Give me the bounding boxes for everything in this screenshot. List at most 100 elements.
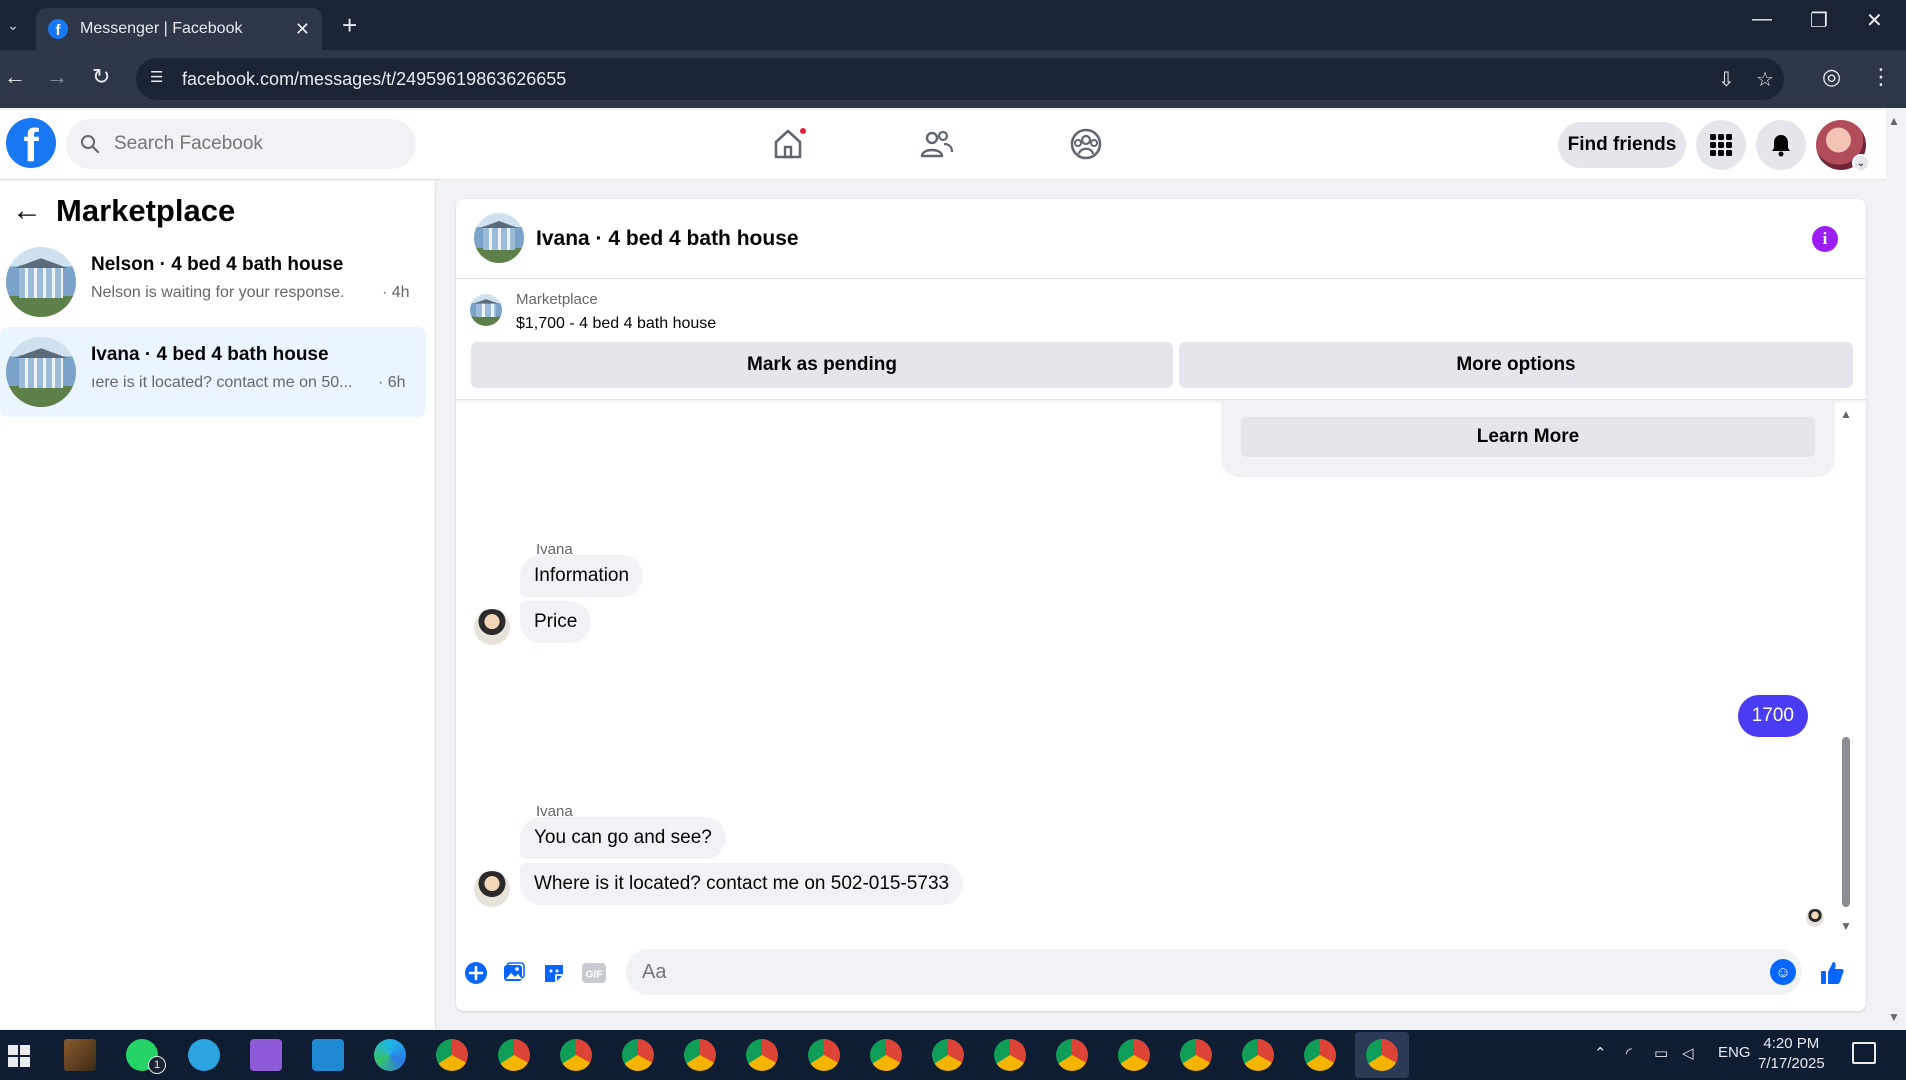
notification-center-icon[interactable] — [1852, 1042, 1876, 1064]
chat-header: Ivana · 4 bed 4 bath house i — [456, 199, 1866, 279]
menu-grid-icon[interactable] — [1696, 120, 1746, 170]
reload-icon[interactable]: ↻ — [92, 64, 110, 90]
battery-icon[interactable]: ▭ — [1654, 1044, 1668, 1062]
listing-thumbnail — [6, 337, 76, 407]
chrome-profile-icon[interactable] — [684, 1039, 716, 1071]
chrome-profile-icon[interactable] — [932, 1039, 964, 1071]
wifi-icon[interactable]: ◜ — [1626, 1044, 1632, 1062]
listing-price-title[interactable]: $1,700 - 4 bed 4 bath house — [516, 315, 716, 333]
new-tab-icon[interactable]: + — [342, 10, 357, 41]
bookmark-star-icon[interactable]: ☆ — [1756, 67, 1774, 92]
info-icon[interactable]: i — [1812, 226, 1838, 252]
chrome-profile-icon[interactable] — [1118, 1039, 1150, 1071]
chrome-profile-icon[interactable] — [808, 1039, 840, 1071]
minimize-icon[interactable]: — — [1752, 8, 1772, 31]
message-bubble[interactable]: You can go and see? — [520, 817, 726, 859]
taskbar-clock[interactable]: 4:20 PM 7/17/2025 — [1758, 1034, 1825, 1074]
learn-more-button[interactable]: Learn More — [1241, 417, 1815, 457]
add-attachment-icon[interactable] — [462, 959, 490, 987]
message-bubble[interactable]: Information — [520, 555, 644, 597]
chrome-icon[interactable] — [498, 1039, 530, 1071]
language-indicator[interactable]: ENG — [1718, 1044, 1751, 1061]
chrome-profile-icon[interactable] — [1304, 1039, 1336, 1071]
windows-start-icon[interactable] — [8, 1045, 30, 1072]
chrome-profile-icon[interactable] — [994, 1039, 1026, 1071]
profile-icon[interactable]: ◎ — [1822, 64, 1841, 90]
chrome-profile-icon[interactable] — [622, 1039, 654, 1071]
gif-icon[interactable]: GIF — [580, 959, 608, 987]
close-window-icon[interactable]: ✕ — [1866, 8, 1883, 33]
panel-title: Marketplace — [56, 193, 236, 228]
chrome-profile-icon[interactable] — [1180, 1039, 1212, 1071]
listing-thumbnail — [6, 247, 76, 317]
search-input[interactable] — [112, 132, 392, 156]
outgoing-message-bubble[interactable]: 1700 — [1737, 695, 1808, 737]
message-input[interactable] — [640, 960, 1740, 985]
listing-small-thumbnail — [470, 294, 502, 326]
facebook-logo-icon[interactable]: f — [6, 118, 56, 168]
read-receipt-avatar — [1806, 909, 1824, 927]
browser-menu-icon[interactable]: ⋮ — [1870, 64, 1892, 90]
visual-studio-icon[interactable] — [250, 1039, 282, 1071]
sender-avatar[interactable] — [474, 609, 510, 645]
back-arrow-icon[interactable]: ← — [12, 194, 46, 228]
browser-tabbar: ⌄ f Messenger | Facebook ✕ + — ❐ ✕ — [0, 0, 1906, 50]
message-list[interactable]: Learn More Ivana Information Price 1700 … — [456, 401, 1866, 939]
edge-icon[interactable] — [374, 1039, 406, 1071]
restore-icon[interactable]: ❐ — [1810, 8, 1828, 33]
facebook-header: f Find friends ⌄ — [0, 110, 1886, 180]
message-input-box[interactable]: ☺ — [626, 949, 1802, 995]
chat-title[interactable]: Ivana · 4 bed 4 bath house — [536, 227, 799, 251]
message-scrollbar[interactable] — [1842, 737, 1850, 907]
page-scroll-up-icon[interactable]: ▲ — [1888, 114, 1900, 128]
conversation-time: · 4h — [382, 284, 410, 301]
back-icon[interactable]: ← — [4, 64, 26, 90]
browser-tab[interactable]: f Messenger | Facebook ✕ — [36, 8, 322, 50]
mark-as-pending-button[interactable]: Mark as pending — [471, 342, 1173, 388]
more-options-button[interactable]: More options — [1179, 342, 1853, 388]
chrome-profile-icon[interactable] — [1242, 1039, 1274, 1071]
search-box[interactable] — [66, 119, 416, 169]
message-bubble[interactable]: Where is it located? contact me on 502-0… — [520, 863, 964, 905]
groups-icon[interactable] — [1068, 126, 1104, 162]
app-icon[interactable] — [64, 1039, 96, 1071]
emoji-icon[interactable]: ☺ — [1770, 959, 1796, 985]
chrome-profile-icon[interactable] — [1056, 1039, 1088, 1071]
account-chevron-down-icon[interactable]: ⌄ — [1852, 154, 1870, 172]
page-scroll-down-icon[interactable]: ▼ — [1888, 1010, 1900, 1024]
conversation-item-nelson[interactable]: Nelson · 4 bed 4 bath house Nelson is wa… — [0, 237, 426, 327]
find-friends-button[interactable]: Find friends — [1558, 122, 1686, 168]
tab-search-icon[interactable]: ⌄ — [0, 12, 26, 38]
conversation-preview: Nelson is waiting for your response. — [91, 284, 345, 301]
message-bubble[interactable]: Price — [520, 601, 592, 643]
address-bar[interactable]: ☰ facebook.com/messages/t/24959619863626… — [136, 58, 1784, 100]
telegram-icon[interactable] — [188, 1039, 220, 1071]
chrome-profile-icon[interactable] — [746, 1039, 778, 1071]
notifications-bell-icon[interactable] — [1756, 120, 1806, 170]
vscode-icon[interactable] — [312, 1039, 344, 1071]
chrome-profile-icon[interactable] — [560, 1039, 592, 1071]
sender-avatar[interactable] — [474, 871, 510, 907]
url-text[interactable]: facebook.com/messages/t/2495961986362665… — [182, 69, 566, 90]
sticker-icon[interactable] — [540, 959, 568, 987]
chrome-icon[interactable] — [436, 1039, 468, 1071]
chat-window: Ivana · 4 bed 4 bath house i Marketplace… — [456, 199, 1866, 1011]
photo-icon[interactable] — [500, 959, 528, 987]
tray-overflow-chevron-icon[interactable]: ⌃ — [1594, 1044, 1607, 1062]
scroll-up-icon[interactable]: ▲ — [1840, 407, 1852, 421]
tab-close-icon[interactable]: ✕ — [295, 19, 310, 40]
chrome-profile-icon-active[interactable] — [1366, 1039, 1398, 1071]
site-settings-icon[interactable]: ☰ — [150, 68, 172, 90]
chat-listing-thumbnail[interactable] — [474, 213, 524, 263]
windows-taskbar: 1 ⌃ ◜ ▭ ◁ ENG 4:20 PM 7/17/2025 — [0, 1030, 1906, 1080]
forward-icon[interactable]: → — [46, 64, 68, 90]
conversation-item-ivana[interactable]: Ivana · 4 bed 4 bath house ıere is it lo… — [0, 327, 426, 417]
friends-icon[interactable] — [918, 126, 954, 162]
panel-header: ← Marketplace — [12, 193, 235, 229]
volume-icon[interactable]: ◁ — [1682, 1044, 1694, 1062]
install-app-icon[interactable]: ⇩ — [1718, 67, 1735, 92]
facebook-favicon-icon: f — [48, 19, 68, 39]
chrome-profile-icon[interactable] — [870, 1039, 902, 1071]
like-thumbs-up-icon[interactable] — [1818, 959, 1846, 987]
scroll-down-icon[interactable]: ▼ — [1840, 919, 1852, 933]
